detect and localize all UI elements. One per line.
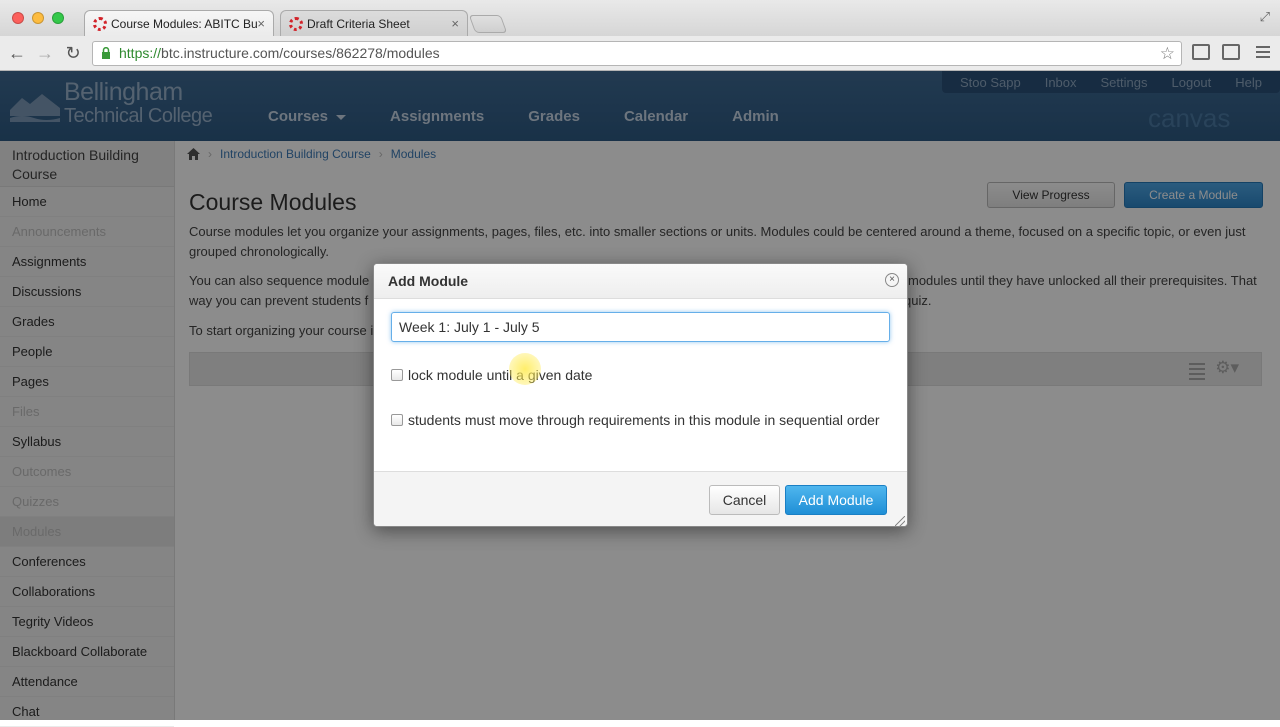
lock-module-checkbox[interactable] [391, 369, 403, 381]
browser-titlebar: Course Modules: ABITC Bu × Draft Criteri… [0, 0, 1280, 36]
tab-title: Draft Criteria Sheet [307, 17, 410, 31]
cancel-button[interactable]: Cancel [709, 485, 780, 515]
add-module-dialog: Add Module × lock module until a given d… [373, 263, 908, 527]
reload-icon[interactable]: ↻ [62, 42, 84, 64]
close-window-button[interactable] [12, 12, 24, 24]
bookmark-star-icon[interactable]: ☆ [1160, 42, 1175, 65]
cast-icon[interactable] [1192, 44, 1210, 60]
browser-tab-draft-criteria[interactable]: Draft Criteria Sheet × [280, 10, 468, 36]
dialog-footer: Cancel Add Module [374, 471, 907, 526]
url-protocol: https:// [119, 45, 162, 61]
back-icon[interactable]: ← [6, 42, 28, 64]
extension-icon[interactable] [1222, 44, 1240, 60]
close-icon[interactable]: × [885, 273, 899, 287]
new-tab-button[interactable] [468, 15, 508, 33]
lock-module-row: lock module until a given date [391, 367, 592, 383]
forward-icon[interactable]: → [34, 42, 56, 64]
sequential-order-label[interactable]: students must move through requirements … [408, 412, 880, 428]
lock-icon [102, 47, 110, 59]
url-text: btc.instructure.com/courses/862278/modul… [161, 45, 440, 61]
module-name-input[interactable] [391, 312, 890, 342]
lock-module-label[interactable]: lock module until a given date [408, 367, 592, 383]
browser-menu-icon[interactable] [1256, 46, 1270, 61]
add-module-button[interactable]: Add Module [785, 485, 887, 515]
minimize-window-button[interactable] [32, 12, 44, 24]
browser-tab-course-modules[interactable]: Course Modules: ABITC Bu × [84, 10, 274, 36]
browser-toolbar: ← → ↻ https://btc.instructure.com/course… [0, 36, 1280, 71]
sequential-order-row: students must move through requirements … [391, 412, 880, 428]
tab-close-icon[interactable]: × [451, 16, 459, 31]
tab-title: Course Modules: ABITC Bu [111, 17, 258, 31]
sequential-order-checkbox[interactable] [391, 414, 403, 426]
canvas-favicon-icon [93, 17, 107, 31]
tab-close-icon[interactable]: × [257, 16, 265, 31]
cursor-highlight [509, 353, 541, 385]
zoom-window-button[interactable] [52, 12, 64, 24]
resize-handle-icon[interactable] [895, 516, 905, 526]
dialog-title: Add Module [374, 264, 907, 299]
address-bar[interactable]: https://btc.instructure.com/courses/8622… [92, 41, 1182, 66]
fullscreen-icon[interactable]: ⤢ [1260, 9, 1270, 25]
canvas-favicon-icon [289, 17, 303, 31]
